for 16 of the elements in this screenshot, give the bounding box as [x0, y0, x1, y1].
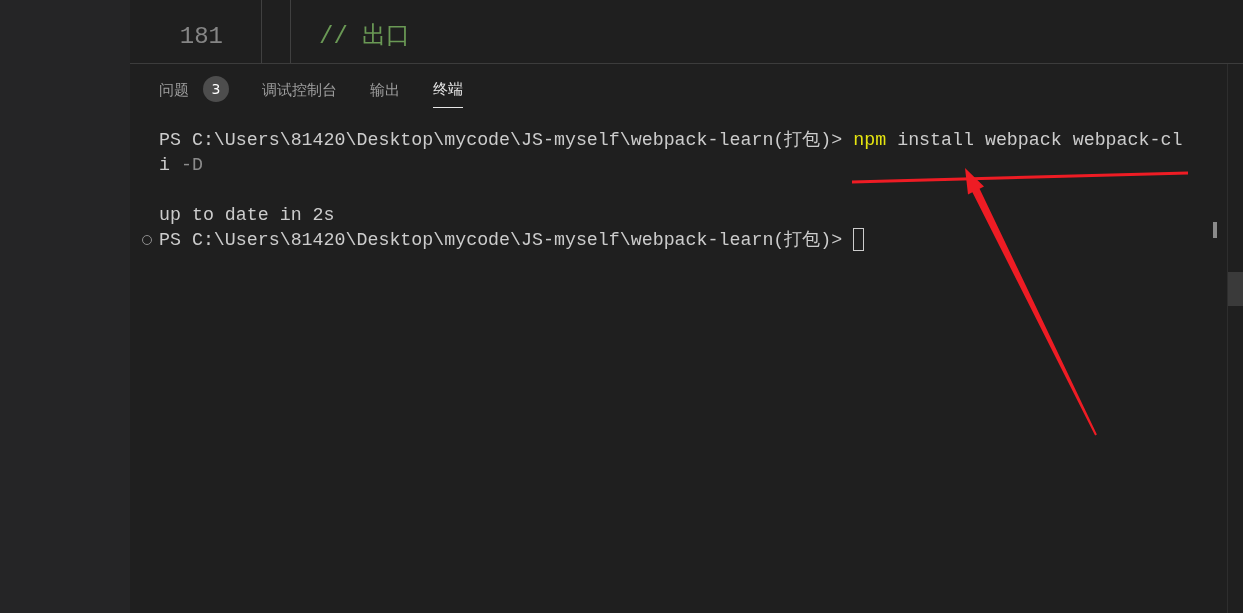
line-number: 181: [178, 22, 223, 52]
terminal-text: PS C:\Users\81420\Desktop\mycode\JS-myself\webpack-learn(打包)>: [159, 229, 843, 250]
panel-tab[interactable]: 调试控制台: [262, 76, 337, 108]
terminal-text: i: [159, 154, 170, 175]
panel-tab[interactable]: 问题: [159, 76, 189, 108]
scrollbar-thumb[interactable]: [1228, 272, 1243, 306]
terminal-text: npm: [853, 129, 887, 150]
terminal-text: install webpack webpack-cl: [897, 129, 1183, 150]
count-badge: 3: [203, 76, 229, 102]
terminal-text: up to date in 2s: [159, 204, 335, 225]
panel-tab[interactable]: 终端: [433, 76, 463, 108]
code-comment: // 出口: [319, 22, 411, 52]
overview-ruler-mark: [1213, 222, 1217, 238]
terminal-text: -D: [180, 154, 203, 175]
terminal-text: PS C:\Users\81420\Desktop\mycode\JS-myself\webpack-learn(打包)>: [159, 129, 843, 150]
panel-tab[interactable]: 输出: [370, 76, 400, 108]
